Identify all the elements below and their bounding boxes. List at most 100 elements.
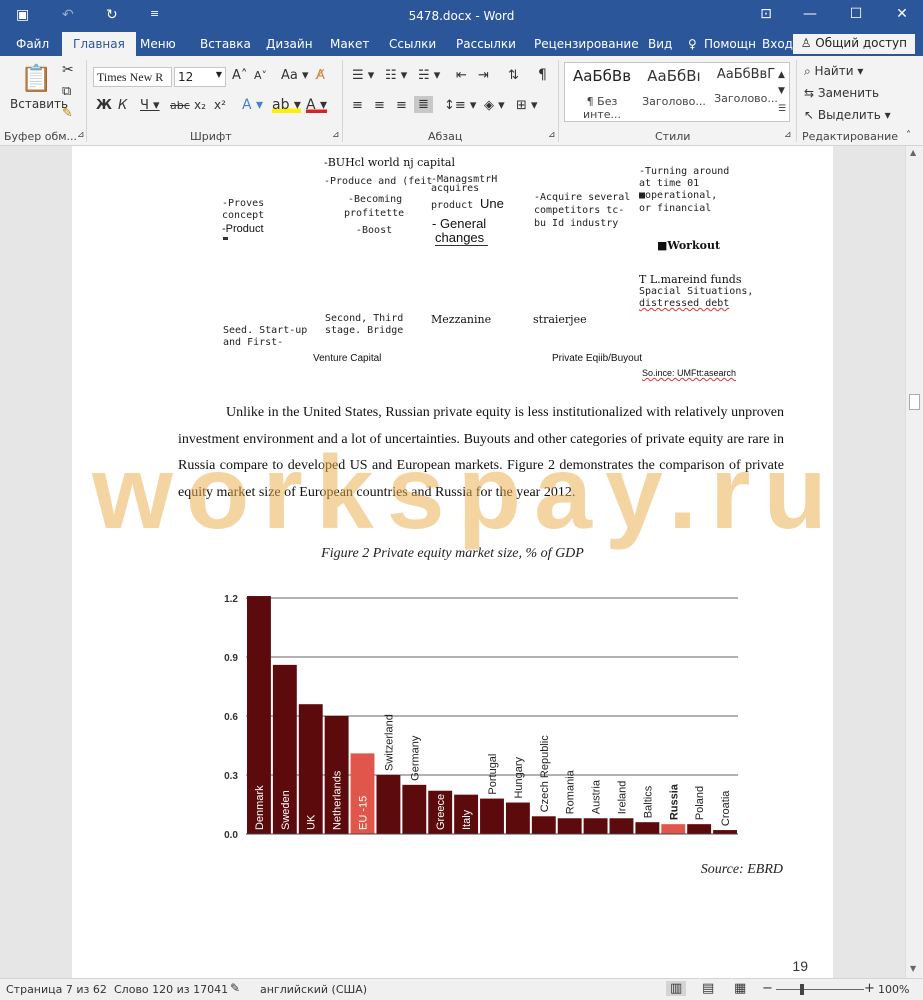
text-effects-icon[interactable]: A ▾ [242,97,263,113]
underline-icon[interactable]: Ч ▾ [140,98,160,113]
justify-icon[interactable]: ≣ [414,96,433,113]
font-launcher-icon[interactable]: ⊿ [332,130,340,140]
styles-scroll-up-icon[interactable]: ▲ [778,70,785,80]
zoom-slider[interactable] [776,989,864,990]
styles-launcher-icon[interactable]: ⊿ [784,130,792,140]
tab-view[interactable]: Вид [648,37,672,51]
clipboard-launcher-icon[interactable]: ⊿ [77,130,85,140]
numbering-icon[interactable]: ☷ ▾ [385,68,407,83]
scroll-down-icon[interactable]: ▼ [910,964,916,973]
tab-mailings[interactable]: Рассылки [456,37,516,51]
paste-button[interactable]: Вставить [10,97,68,111]
multilevel-list-icon[interactable]: ☵ ▾ [418,68,440,83]
tab-layout[interactable]: Макет [330,37,369,51]
proofing-icon[interactable]: ✎ [230,981,240,995]
style-normal[interactable]: АаБбВв ¶ Без инте... [567,67,637,121]
maximize-icon[interactable]: ☐ [846,6,866,22]
scroll-up-icon[interactable]: ▲ [910,148,916,157]
chevron-down-icon: ▼ [215,70,222,79]
tab-design[interactable]: Дизайн [266,37,313,51]
sort-icon[interactable]: ⇅ [508,68,519,83]
superscript-icon[interactable]: x² [214,98,226,112]
ribbon-display-icon[interactable]: ⊡ [756,6,776,22]
highlight-icon[interactable]: ab ▾ [272,97,301,113]
bullets-icon[interactable]: ☰ ▾ [352,68,374,83]
category-label: Baltics [642,785,654,818]
minimize-icon[interactable]: — [800,6,820,22]
align-left-icon[interactable]: ≡ [352,98,363,113]
print-layout-icon[interactable]: ▤ [702,981,714,996]
page-count[interactable]: Страница 7 из 62 [6,983,107,996]
zoom-in-icon[interactable]: + [864,981,875,996]
category-label: Russia [668,783,680,820]
share-button[interactable]: ♙ Общий доступ [792,34,915,54]
italic-icon[interactable]: К [118,98,127,113]
find-button[interactable]: ⌕ Найти ▾ [804,64,863,79]
tab-review[interactable]: Рецензирование [534,37,639,51]
grow-font-icon[interactable]: A˄ [232,68,247,83]
styles-more-icon[interactable]: ☰ [778,104,786,114]
web-layout-icon[interactable]: ▦ [734,981,746,996]
vertical-scrollbar[interactable]: ▲ ▼ [905,146,923,978]
paste-icon[interactable]: 📋 [20,64,52,94]
group-editing-label: Редактирование [802,130,898,143]
tab-home[interactable]: Главная [62,32,136,56]
zoom-slider-thumb[interactable] [800,984,804,995]
show-marks-icon[interactable]: ¶ [538,67,547,83]
font-size-box[interactable]: 12 ▼ [174,67,226,87]
clear-format-icon[interactable]: A̸ [316,68,325,83]
style-heading-1[interactable]: АаБбВı Заголово... [639,67,709,108]
tab-insert[interactable]: Вставка [200,37,251,51]
copy-icon[interactable]: ⧉ [62,84,71,99]
tab-menu[interactable]: Меню [140,37,176,51]
tab-tell-me[interactable]: Помощн [704,37,756,51]
bar [505,802,530,834]
tab-references[interactable]: Ссылки [389,37,436,51]
styles-scroll-down-icon[interactable]: ▼ [778,86,785,96]
font-name-box[interactable]: Times New R [93,67,172,87]
diagram-text: -Produce and (feit [324,176,433,187]
bold-icon[interactable]: Ж [96,98,112,113]
style-sample: АаБбВв [572,67,632,85]
increase-indent-icon[interactable]: ⇥ [478,68,489,83]
diagram-text: -Acquire several [534,192,631,203]
scroll-thumb[interactable] [909,394,920,410]
bar [531,816,556,834]
select-button[interactable]: ↖ Выделить ▾ [804,108,891,122]
collapse-ribbon-icon[interactable]: ˄ [906,130,911,141]
shrink-font-icon[interactable]: A˅ [254,69,267,82]
bar [635,822,660,834]
replace-button[interactable]: ⇆ Заменить [804,86,879,100]
shading-icon[interactable]: ◈ ▾ [484,98,505,113]
window-title: 5478.docx - Word [408,9,515,23]
tab-file[interactable]: Файл [16,37,49,51]
search-icon: ⌕ [804,64,815,78]
tab-signin[interactable]: Вход [762,37,793,51]
change-case-icon[interactable]: Aa ▾ [281,68,309,83]
subscript-icon[interactable]: x₂ [194,98,206,112]
read-mode-icon[interactable]: ▥ [666,981,687,996]
diagram-text: Venture Capital [313,353,382,364]
y-tick-label: 0.0 [224,830,238,841]
close-icon[interactable]: ✕ [892,6,912,22]
align-right-icon[interactable]: ≡ [396,98,407,113]
style-heading-2[interactable]: АаБбВвГ Заголово... [711,67,781,105]
cut-icon[interactable]: ✂ [62,62,74,78]
paragraph-launcher-icon[interactable]: ⊿ [548,130,556,140]
language[interactable]: английский (США) [260,983,367,996]
diagram-text: Mezzanine [431,313,492,326]
decrease-indent-icon[interactable]: ⇤ [456,68,467,83]
group-font-label: Шрифт [190,130,232,143]
strikethrough-icon[interactable]: abc [170,99,190,112]
document-page[interactable]: -BUHcl world nj capital -Produce and (fe… [72,146,833,978]
format-painter-icon[interactable]: ✎ [62,106,73,121]
zoom-out-icon[interactable]: − [762,981,773,996]
align-center-icon[interactable]: ≡ [374,98,385,113]
body-paragraph: Unlike in the United States, Russian pri… [178,405,784,500]
font-color-icon[interactable]: A ▾ [306,97,328,113]
borders-icon[interactable]: ⊞ ▾ [516,98,538,113]
separator [86,60,87,142]
line-spacing-icon[interactable]: ↕≡ ▾ [444,98,476,113]
word-count[interactable]: Слово 120 из 17041 [114,983,228,996]
zoom-level[interactable]: 100% [878,983,909,996]
